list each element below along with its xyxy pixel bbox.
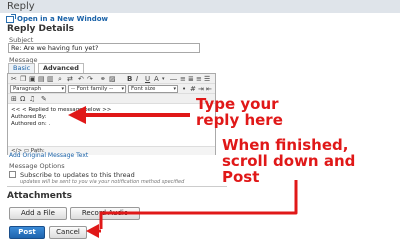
when-finished-annotation: When finished, scroll down and Post	[222, 137, 400, 185]
annotation-line: scroll down and	[222, 152, 356, 170]
arrow-to-editor	[68, 106, 190, 124]
arrow-to-post	[86, 180, 298, 238]
type-reply-annotation: Type your reply here	[196, 96, 396, 128]
annotation-line: reply here	[196, 111, 283, 129]
annotation-line: When finished,	[222, 136, 349, 154]
annotation-line: Type your	[196, 95, 279, 113]
annotation-line: Post	[222, 168, 260, 186]
